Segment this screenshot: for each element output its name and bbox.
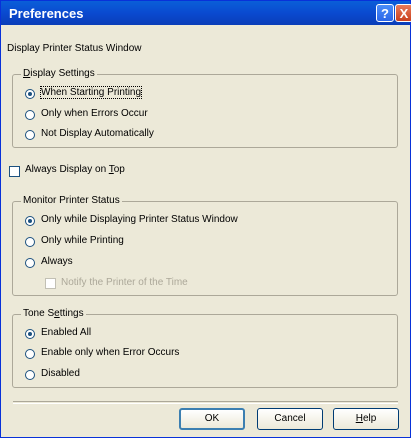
always-on-top-label[interactable]: Always Display on Top [25,164,125,175]
radio-label-disabled[interactable]: Disabled [41,368,80,379]
radio-label-enabled-all[interactable]: Enabled All [41,327,91,338]
preferences-window: Preferences ? X Display Printer Status W… [0,0,411,438]
radio-disabled[interactable] [25,370,35,380]
radio-label-only-while-printing[interactable]: Only while Printing [41,235,124,246]
notify-printer-checkbox[interactable] [45,278,56,289]
window-title: Preferences [9,6,84,21]
help-title-button[interactable]: ? [376,4,394,22]
close-title-button[interactable]: X [395,4,411,22]
radio-only-when-errors[interactable] [25,110,35,120]
ok-button[interactable]: OK [179,408,245,430]
monitor-printer-status-label: Monitor Printer Status [21,195,122,206]
notify-printer-label[interactable]: Notify the Printer of the Time [61,277,188,288]
radio-label-always[interactable]: Always [41,256,73,267]
radio-label-enable-only-error[interactable]: Enable only when Error Occurs [41,347,179,358]
cancel-button[interactable]: Cancel [257,408,323,430]
radio-always[interactable] [25,258,35,268]
radio-not-display-automatically[interactable] [25,130,35,140]
radio-enable-only-error[interactable] [25,349,35,359]
separator [13,401,398,404]
radio-when-starting-printing[interactable] [25,89,35,99]
section-title: Display Printer Status Window [7,43,142,54]
radio-label-when-starting-printing[interactable]: When Starting Printing [39,86,143,99]
radio-label-only-while-displaying[interactable]: Only while Displaying Printer Status Win… [41,214,238,225]
radio-label-not-display-automatically[interactable]: Not Display Automatically [41,128,154,139]
display-settings-label: Display Settings [21,68,97,79]
radio-only-while-printing[interactable] [25,237,35,247]
tone-settings-label: Tone Settings [21,308,86,319]
radio-only-while-displaying[interactable] [25,216,35,226]
title-bar[interactable]: Preferences ? X [1,1,411,25]
radio-enabled-all[interactable] [25,329,35,339]
radio-label-only-when-errors[interactable]: Only when Errors Occur [41,108,148,119]
help-button[interactable]: Help [333,408,399,430]
always-on-top-checkbox[interactable] [9,166,20,177]
